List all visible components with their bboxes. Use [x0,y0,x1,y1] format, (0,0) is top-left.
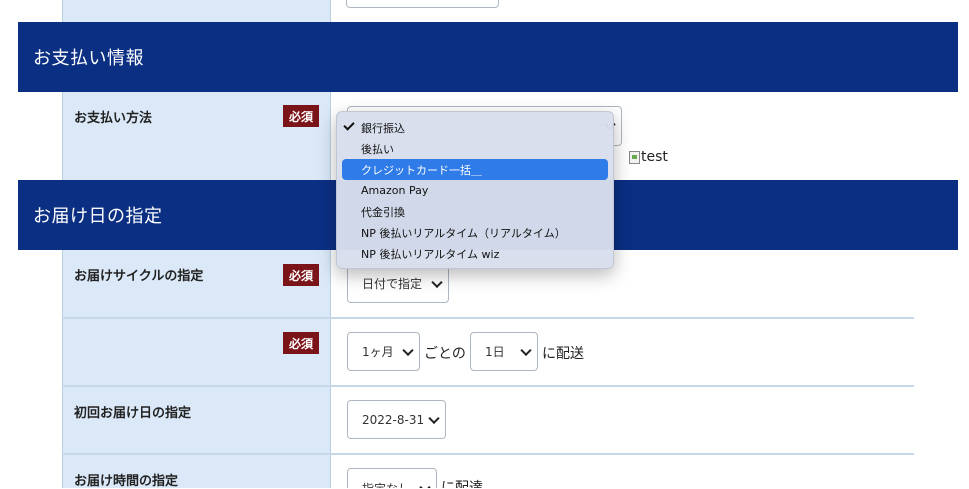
first-delivery-label: 初回お届け日の指定 [74,406,192,421]
section-header-payment: お支払い情報 [18,22,958,92]
delivery-cycle-label-cell: お届けサイクルの指定 必須 [63,250,330,317]
required-badge: 必須 [283,264,319,286]
delivery-time-label: お届け時間の指定 [74,474,179,489]
delivery-time-select-value: 指定なし [362,480,410,488]
payment-image: test [629,149,668,165]
payment-method-label: お支払い方法 [74,111,153,126]
delivery-time-select[interactable]: 指定なし [347,468,437,488]
delivery-cycle-select-value: 日付で指定 [362,277,423,291]
dropdown-option-label: NP 後払いリアルタイム wiz [361,247,500,261]
chevron-down-icon [419,481,431,488]
cycle-day-value: 1日 [485,345,505,359]
cycle-interval-label-cell: 必須 [63,319,330,385]
dropdown-option-label: Amazon Pay [361,184,429,197]
required-badge-text: 必須 [288,336,313,351]
dropdown-option-highlighted[interactable]: クレジットカード一括＿ [342,159,608,180]
payment-method-label-cell: お支払い方法 必須 [63,92,330,180]
first-delivery-date-value: 2022-8-31 [362,412,425,427]
chevron-down-icon [431,276,443,288]
section-title-delivery: お届け日の指定 [33,206,163,227]
broken-image-icon [629,150,640,164]
dropdown-option[interactable]: 代金引換 [337,201,613,222]
delivery-time-deliver-text: に配達 [441,480,483,488]
first-delivery-date-select[interactable]: 2022-8-31 [347,400,446,439]
cycle-month-value: 1ヶ月 [362,345,394,359]
cycle-interval-value-cell: 1ヶ月 ごとの 1日 に配送 [330,319,914,385]
delivery-time-row: お届け時間の指定 指定なし に配達 [62,455,914,489]
first-delivery-value-cell: 2022-8-31 [330,387,914,453]
dropdown-option[interactable]: NP 後払いリアルタイム wiz [337,243,613,264]
chevron-down-icon [520,344,532,356]
delivery-cycle-select[interactable]: 日付で指定 [347,264,449,303]
cycle-every-text: ごとの [424,346,466,362]
previous-field-value-cell [330,0,914,22]
dropdown-option[interactable]: Amazon Pay [337,180,613,201]
cycle-deliver-text: に配送 [542,346,584,362]
cycle-month-select[interactable]: 1ヶ月 [347,332,420,371]
required-badge: 必須 [283,105,319,127]
delivery-time-value-cell: 指定なし に配達 [330,455,914,488]
cycle-interval-row: 必須 1ヶ月 ごとの 1日 に配送 [62,319,914,385]
cycle-day-select[interactable]: 1日 [470,332,538,371]
checkmark-icon [343,119,355,131]
chevron-down-icon [402,344,414,356]
dropdown-option[interactable]: 後払い [337,138,613,159]
required-badge: 必須 [283,332,319,354]
delivery-time-label-cell: お届け時間の指定 [63,455,330,489]
required-badge-text: 必須 [288,268,313,283]
payment-method-dropdown: 銀行振込 後払い クレジットカード一括＿ Amazon Pay 代金引換 NP … [336,111,614,269]
first-delivery-label-cell: 初回お届け日の指定 [63,387,330,453]
dropdown-option-label: 銀行振込 [361,121,405,135]
dropdown-option-label: 後払い [361,142,394,156]
first-delivery-row: 初回お届け日の指定 2022-8-31 [62,387,914,453]
section-title-payment: お支払い情報 [33,48,144,69]
previous-field-label-cell [63,0,330,22]
dropdown-option-label: クレジットカード一括＿ [361,163,482,177]
required-badge-text: 必須 [288,109,313,124]
previous-field-row [62,0,914,22]
previous-field-input[interactable] [346,0,499,8]
dropdown-option-label: 代金引換 [361,205,405,219]
payment-image-alt: test [641,149,668,165]
chevron-down-icon [428,412,440,424]
dropdown-option[interactable]: NP 後払いリアルタイム（リアルタイム） [337,222,613,243]
dropdown-option[interactable]: 銀行振込 [337,117,613,138]
dropdown-option-label: NP 後払いリアルタイム（リアルタイム） [361,226,566,240]
delivery-cycle-label: お届けサイクルの指定 [74,269,204,284]
